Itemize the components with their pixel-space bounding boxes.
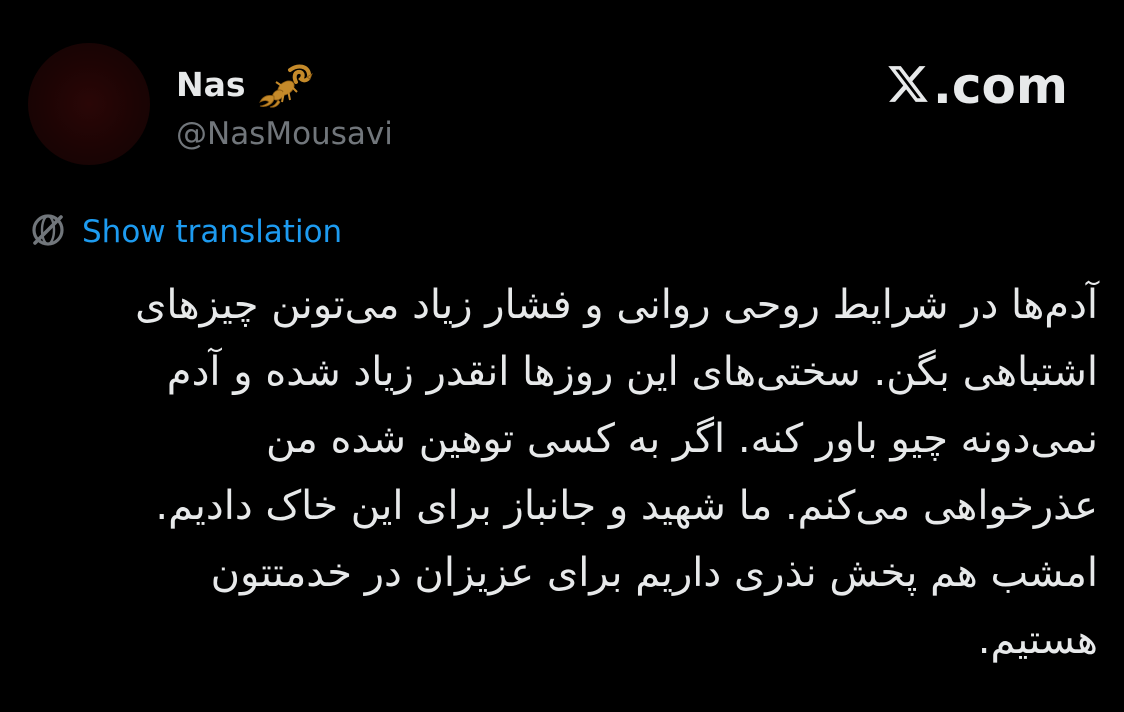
scorpion-icon	[254, 62, 316, 108]
globe-slash-icon	[28, 210, 68, 254]
brand-logo-text: .com	[932, 57, 1068, 115]
author-handle[interactable]: @NasMousavi	[176, 114, 393, 154]
brand-logo: .com	[885, 58, 1068, 114]
show-translation-link[interactable]: Show translation	[82, 212, 342, 252]
x-logo-icon	[885, 62, 931, 110]
avatar[interactable]	[28, 43, 150, 165]
tweet-text: آدم‌ها در شرایط روحی روانی و فشار زیاد م…	[135, 282, 1098, 663]
display-name[interactable]: Nas	[176, 65, 246, 105]
show-translation-row[interactable]: Show translation	[28, 210, 342, 254]
author-name-row[interactable]: Nas	[176, 62, 316, 108]
